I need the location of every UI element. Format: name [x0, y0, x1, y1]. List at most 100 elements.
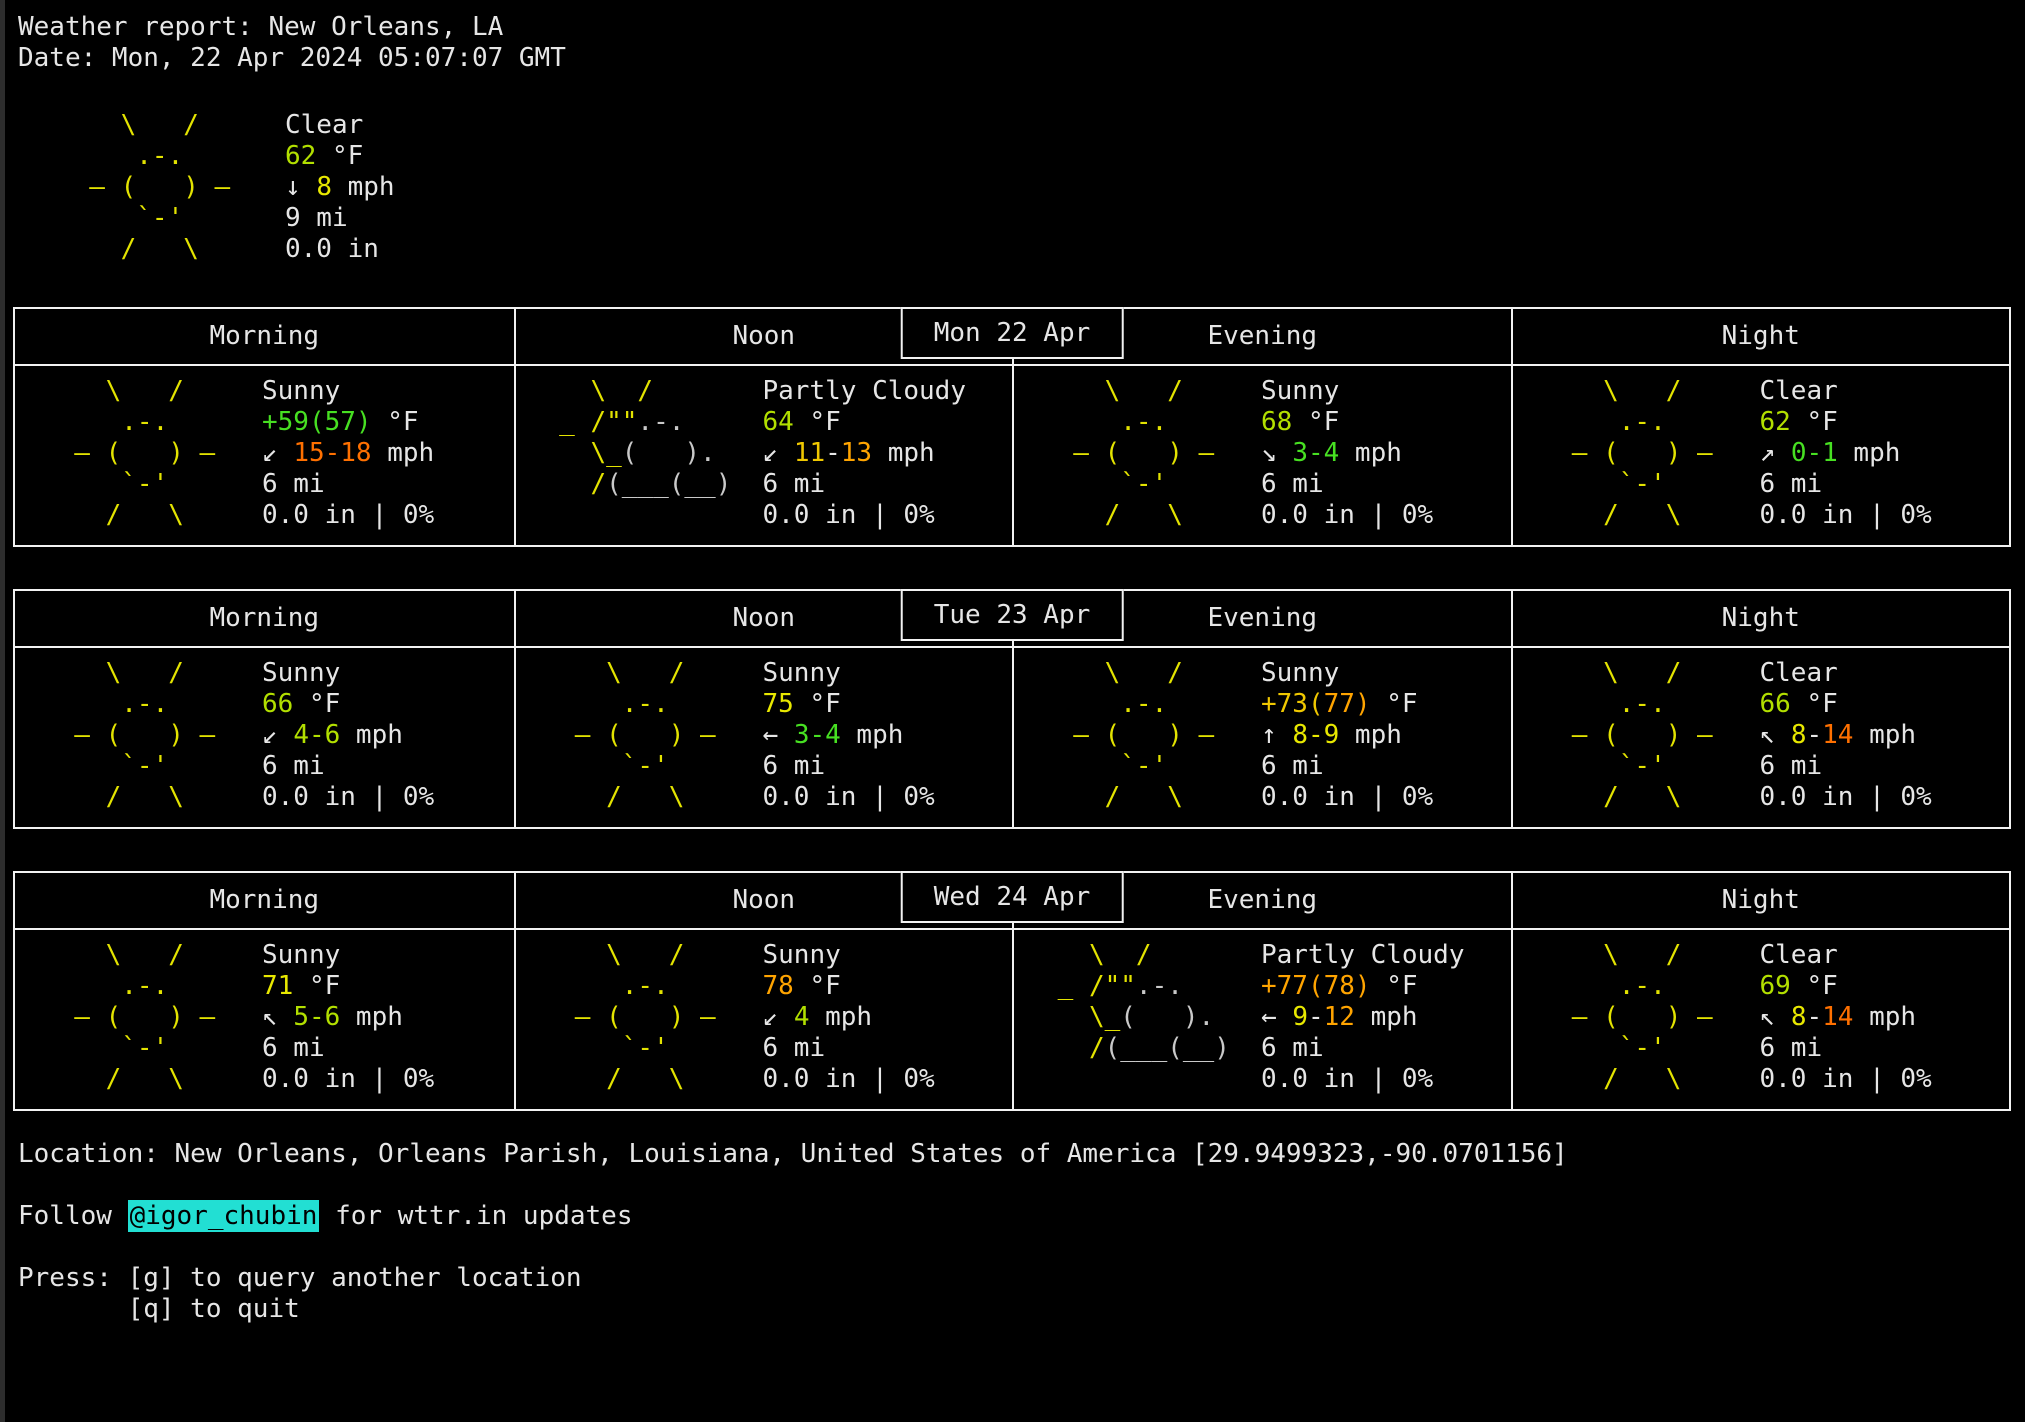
- text-segment: Sunny: [763, 940, 841, 970]
- text-segment: 0.0 in | 0%: [763, 500, 935, 530]
- text-segment: Sunny: [1261, 376, 1339, 406]
- text-segment: 0.0 in | 0%: [1261, 782, 1433, 812]
- art-line: \ /: [43, 658, 248, 689]
- art-line: / \: [1042, 782, 1247, 813]
- weather-detail-line: 6 mi: [262, 1033, 434, 1064]
- weather-detail-line: 66 °F: [262, 689, 434, 720]
- text-segment: / \: [1541, 1064, 1682, 1094]
- text-segment: \_: [1042, 1002, 1120, 1032]
- text-segment: / \: [58, 234, 199, 264]
- text-segment: Sunny: [262, 940, 340, 970]
- art-line: `-': [43, 469, 248, 500]
- sunny-ascii-icon: \ / .-. ― ( ) ― `-' / \: [15, 376, 248, 531]
- art-line: .-.: [544, 971, 749, 1002]
- text-segment: 0.0 in | 0%: [763, 782, 935, 812]
- weather-detail-line: 0.0 in | 0%: [1760, 1064, 1932, 1095]
- text-segment: mph: [332, 172, 395, 202]
- art-line: `-': [43, 1033, 248, 1064]
- text-segment: `-': [1541, 1033, 1666, 1063]
- forecast-cell-row: \ / .-. ― ( ) ― `-' / \ Sunny71 °F↖ 5-6 m…: [15, 930, 2009, 1109]
- text-segment: +59(57): [262, 407, 372, 437]
- art-line: ― ( ) ―: [1541, 720, 1746, 751]
- text-segment: ↗: [1760, 438, 1791, 468]
- text-segment: °F: [1371, 971, 1418, 1001]
- follow-prefix: Follow: [18, 1201, 128, 1231]
- cell-info: Sunny71 °F↖ 5-6 mph6 mi0.0 in | 0%: [262, 940, 434, 1095]
- text-segment: mph: [340, 1002, 403, 1032]
- art-line: \_( ).: [1042, 1002, 1247, 1033]
- text-segment: `-': [1541, 751, 1666, 781]
- text-segment: .-.: [637, 407, 684, 437]
- text-segment: mph: [1339, 438, 1402, 468]
- forecast-cell-noon: \ / _ /"".-. \_( ). /(___(__)Partly Clou…: [514, 366, 1013, 545]
- text-segment: / \: [1541, 500, 1682, 530]
- text-segment: .-.: [1541, 407, 1666, 437]
- weather-detail-line: 0.0 in: [285, 234, 395, 265]
- text-segment: °F: [293, 689, 340, 719]
- forecast-cell-morning: \ / .-. ― ( ) ― `-' / \Sunny71 °F↖ 5-6 m…: [15, 930, 514, 1109]
- art-line: \ /: [1541, 658, 1746, 689]
- art-line: _ /"".-.: [544, 407, 749, 438]
- cell-info: Partly Cloudy64 °F↙ 11-13 mph6 mi0.0 in …: [763, 376, 967, 531]
- weather-detail-line: 0.0 in | 0%: [763, 782, 935, 813]
- weather-detail-line: Clear: [1760, 658, 1932, 689]
- art-line: \ /: [1541, 940, 1746, 971]
- text-segment: ↑: [1261, 720, 1292, 750]
- text-segment: °F: [794, 407, 841, 437]
- text-segment: 4-6: [293, 720, 340, 750]
- forecast-cell-night: \ / .-. ― ( ) ― `-' / \Clear62 °F↗ 0-1 m…: [1511, 366, 2010, 545]
- weather-detail-line: 6 mi: [1261, 1033, 1465, 1064]
- text-segment: .-.: [1541, 971, 1666, 1001]
- art-line: \ /: [58, 110, 263, 141]
- art-line: ― ( ) ―: [1541, 438, 1746, 469]
- art-line: ― ( ) ―: [544, 1002, 749, 1033]
- text-segment: mph: [1853, 1002, 1916, 1032]
- cell-info: Sunny+73(77) °F↑ 8-9 mph6 mi0.0 in | 0%: [1261, 658, 1433, 813]
- text-segment: °F: [1791, 971, 1838, 1001]
- text-segment: _ /"": [1042, 971, 1136, 1001]
- text-segment: `-': [1541, 469, 1666, 499]
- art-line: \ /: [544, 940, 749, 971]
- column-header-morning: Morning: [15, 591, 514, 646]
- sunny-ascii-icon: \ / .-. ― ( ) ― `-' / \: [1014, 658, 1247, 813]
- text-segment: .-.: [1042, 407, 1167, 437]
- text-segment: ←: [763, 720, 794, 750]
- report-date: Date: Mon, 22 Apr 2024 05:07:07 GMT: [18, 43, 2025, 74]
- cell-info: Partly Cloudy+77(78) °F← 9-12 mph6 mi0.0…: [1261, 940, 1465, 1095]
- art-line: / \: [43, 500, 248, 531]
- weather-detail-line: ↗ 0-1 mph: [1760, 438, 1932, 469]
- press-line-2: [q] to quit: [18, 1294, 2025, 1325]
- weather-detail-line: 0.0 in | 0%: [262, 782, 434, 813]
- weather-detail-line: 0.0 in | 0%: [1261, 500, 1433, 531]
- terminal-left-edge: [0, 0, 5, 1422]
- art-line: / \: [544, 1064, 749, 1095]
- text-segment: Sunny: [262, 376, 340, 406]
- art-line: .-.: [1541, 407, 1746, 438]
- weather-detail-line: 6 mi: [1760, 1033, 1932, 1064]
- text-segment: ― ( ) ―: [1541, 720, 1713, 750]
- weather-detail-line: 6 mi: [1760, 469, 1932, 500]
- weather-detail-line: Sunny: [262, 658, 434, 689]
- weather-detail-line: Sunny: [1261, 376, 1433, 407]
- weather-detail-line: 6 mi: [262, 751, 434, 782]
- text-segment: °F: [794, 689, 841, 719]
- day-title: Wed 24 Apr: [934, 882, 1091, 912]
- art-line: \_( ).: [544, 438, 749, 469]
- art-line: \ /: [1042, 658, 1247, 689]
- art-line: \ /: [1042, 376, 1247, 407]
- art-line: ― ( ) ―: [43, 1002, 248, 1033]
- text-segment: mph: [1838, 438, 1901, 468]
- text-segment: 66: [262, 689, 293, 719]
- text-segment: ↘: [1261, 438, 1292, 468]
- art-line: .-.: [43, 971, 248, 1002]
- weather-detail-line: ↖ 8-14 mph: [1760, 1002, 1932, 1033]
- twitter-handle-link[interactable]: @igor_chubin: [128, 1200, 320, 1232]
- text-segment: ― ( ) ―: [1541, 438, 1713, 468]
- text-segment: Clear: [1760, 940, 1838, 970]
- text-segment: \ /: [43, 940, 184, 970]
- text-segment: 11: [794, 438, 825, 468]
- art-line: .-.: [544, 689, 749, 720]
- text-segment: .-.: [1042, 689, 1167, 719]
- text-segment: .-.: [43, 971, 168, 1001]
- art-line: ― ( ) ―: [58, 172, 263, 203]
